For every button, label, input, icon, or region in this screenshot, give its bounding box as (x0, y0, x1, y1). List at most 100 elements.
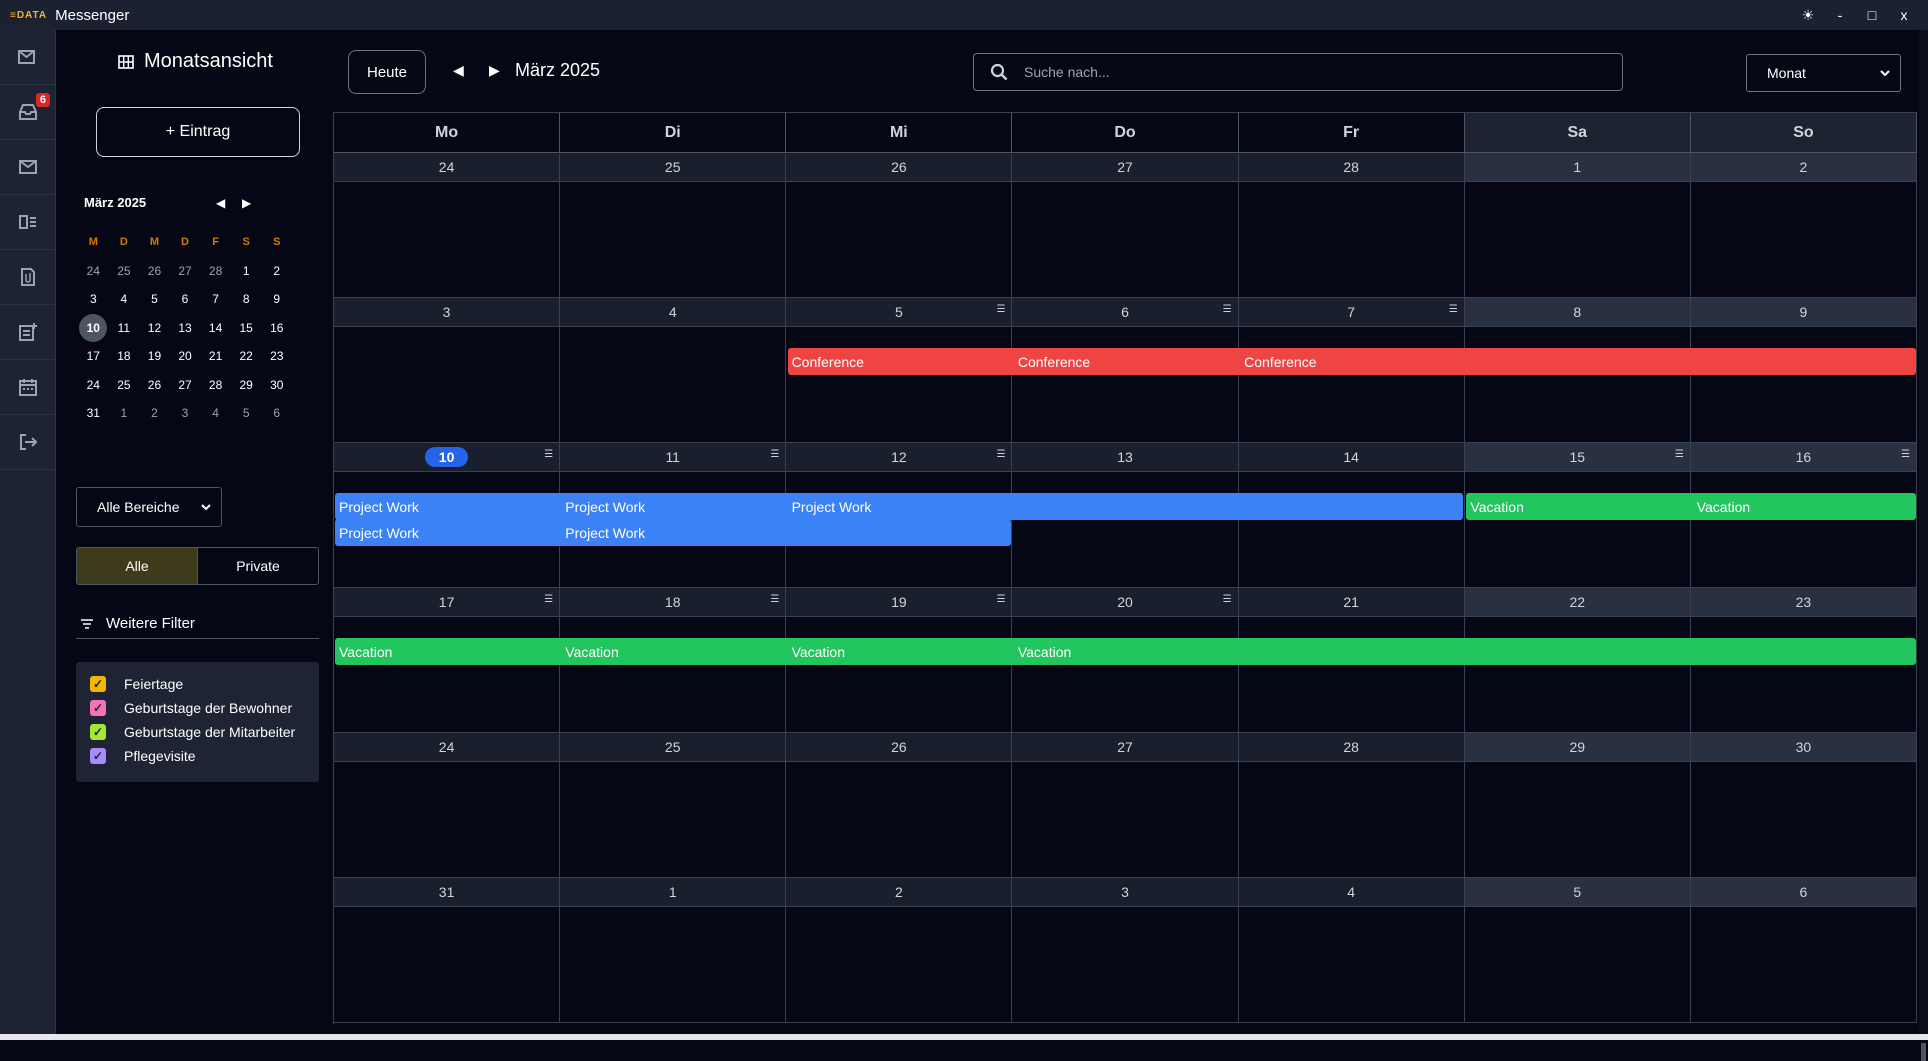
more-filters-header[interactable]: Weitere Filter (76, 609, 319, 639)
mini-prev-month-icon[interactable]: ◀ (216, 196, 225, 210)
rail-inbox[interactable]: 6 (0, 85, 56, 140)
calendar-day-cell[interactable]: 6 (1690, 878, 1917, 1022)
mini-day[interactable]: 24 (78, 264, 109, 278)
calendar-day-cell[interactable]: 3 (1012, 878, 1239, 1022)
mini-day[interactable]: 6 (261, 406, 292, 420)
rail-sent[interactable] (0, 140, 56, 195)
calendar-day-cell[interactable]: 1 (1464, 153, 1691, 297)
filter-row[interactable]: ✓ Feiertage (90, 672, 319, 696)
calendar-day-cell[interactable]: 24 (334, 733, 561, 877)
mini-day[interactable]: 13 (170, 321, 201, 335)
mini-day[interactable]: 1 (231, 264, 262, 278)
mini-day[interactable]: 20 (170, 349, 201, 363)
today-button[interactable]: Heute (348, 50, 426, 94)
mini-day[interactable]: 18 (109, 349, 140, 363)
prev-month-icon[interactable]: ◀ (453, 62, 464, 79)
calendar-day-cell[interactable]: 30 (1690, 733, 1917, 877)
mini-day[interactable]: 25 (109, 264, 140, 278)
calendar-day-cell[interactable]: 27 (1012, 733, 1239, 877)
mini-day[interactable]: 30 (261, 378, 292, 392)
filter-row[interactable]: ✓ Pflegevisite (90, 744, 319, 768)
mini-day[interactable]: 3 (170, 406, 201, 420)
filter-row[interactable]: ✓ Geburtstage der Mitarbeiter (90, 720, 319, 744)
maximize-button[interactable]: □ (1856, 0, 1888, 30)
mini-day[interactable]: 5 (139, 292, 170, 306)
mini-day[interactable]: 21 (200, 349, 231, 363)
scope-all-button[interactable]: Alle (77, 548, 198, 584)
mini-day[interactable]: 5 (231, 406, 262, 420)
mini-day[interactable]: 17 (78, 349, 109, 363)
day-list-icon[interactable]: ☰ (770, 594, 779, 605)
calendar-day-cell[interactable]: 26 (786, 733, 1013, 877)
mini-day[interactable]: 3 (78, 292, 109, 306)
day-list-icon[interactable]: ☰ (1449, 304, 1458, 315)
mini-day[interactable]: 9 (261, 292, 292, 306)
calendar-day-cell[interactable]: 25 (560, 153, 787, 297)
calendar-day-cell[interactable]: 28 (1238, 153, 1465, 297)
mini-day[interactable]: 29 (231, 378, 262, 392)
calendar-day-cell[interactable]: 29 (1464, 733, 1691, 877)
filter-row[interactable]: ✓ Geburtstage der Bewohner (90, 696, 319, 720)
mini-day[interactable]: 7 (200, 292, 231, 306)
view-select[interactable]: Monat (1746, 54, 1901, 92)
mini-day[interactable]: 28 (200, 264, 231, 278)
mini-next-month-icon[interactable]: ▶ (242, 196, 251, 210)
day-list-icon[interactable]: ☰ (996, 449, 1005, 460)
mini-day[interactable]: 24 (78, 378, 109, 392)
mini-day[interactable]: 14 (200, 321, 231, 335)
checkbox-checked-icon[interactable]: ✓ (90, 676, 106, 692)
calendar-day-cell[interactable]: 3 (334, 298, 561, 442)
calendar-event[interactable]: Project Work Project Work Project Work (335, 493, 1464, 520)
calendar-day-cell[interactable]: 31 (334, 878, 561, 1022)
day-list-icon[interactable]: ☰ (1901, 449, 1910, 460)
mini-day[interactable]: 12 (139, 321, 170, 335)
theme-toggle-icon[interactable]: ☀ (1792, 0, 1824, 30)
mini-day[interactable]: 16 (261, 321, 292, 335)
calendar-day-cell[interactable]: 27 (1012, 153, 1239, 297)
mini-day[interactable]: 23 (261, 349, 292, 363)
minimize-button[interactable]: - (1824, 0, 1856, 30)
mini-day[interactable]: 11 (109, 321, 140, 335)
calendar-day-cell[interactable]: 2 (786, 878, 1013, 1022)
calendar-day-cell[interactable]: 28 (1238, 733, 1465, 877)
mini-day[interactable]: 8 (231, 292, 262, 306)
mini-day[interactable]: 6 (170, 292, 201, 306)
scope-private-button[interactable]: Private (198, 548, 318, 584)
day-list-icon[interactable]: ☰ (996, 304, 1005, 315)
calendar-day-cell[interactable]: 5 (1464, 878, 1691, 1022)
checkbox-checked-icon[interactable]: ✓ (90, 724, 106, 740)
calendar-day-cell[interactable]: 24 (334, 153, 561, 297)
calendar-day-cell[interactable]: 25 (560, 733, 787, 877)
mini-day[interactable]: 10 (78, 313, 109, 342)
close-button[interactable]: x (1888, 0, 1920, 30)
rail-tasks[interactable] (0, 195, 56, 250)
day-list-icon[interactable]: ☰ (544, 449, 553, 460)
calendar-event[interactable]: Project Work Project Work (335, 519, 1011, 546)
checkbox-checked-icon[interactable]: ✓ (90, 700, 106, 716)
scrollbar[interactable] (1919, 30, 1928, 1061)
area-select[interactable]: Alle Bereiche (76, 487, 222, 527)
day-list-icon[interactable]: ☰ (770, 449, 779, 460)
calendar-day-cell[interactable]: 4 (1238, 878, 1465, 1022)
mini-day[interactable]: 4 (200, 406, 231, 420)
day-list-icon[interactable]: ☰ (1675, 449, 1684, 460)
calendar-day-cell[interactable]: 1 (560, 878, 787, 1022)
rail-compose-mail[interactable] (0, 30, 56, 85)
calendar-day-cell[interactable]: 2 (1690, 153, 1917, 297)
day-list-icon[interactable]: ☰ (1223, 594, 1232, 605)
mini-day[interactable]: 27 (170, 378, 201, 392)
rail-logout[interactable] (0, 415, 56, 470)
checkbox-checked-icon[interactable]: ✓ (90, 748, 106, 764)
rail-calendar[interactable] (0, 360, 56, 415)
mini-day[interactable]: 15 (231, 321, 262, 335)
rail-documents[interactable] (0, 250, 56, 305)
mini-day[interactable]: 19 (139, 349, 170, 363)
mini-day[interactable]: 4 (109, 292, 140, 306)
mini-day[interactable]: 31 (78, 406, 109, 420)
mini-day[interactable]: 26 (139, 264, 170, 278)
mini-day[interactable]: 27 (170, 264, 201, 278)
calendar-day-cell[interactable]: 4 (560, 298, 787, 442)
mini-day[interactable]: 25 (109, 378, 140, 392)
new-entry-button[interactable]: + Eintrag (96, 107, 300, 157)
calendar-event[interactable]: Conference Conference Conference (787, 348, 1916, 375)
